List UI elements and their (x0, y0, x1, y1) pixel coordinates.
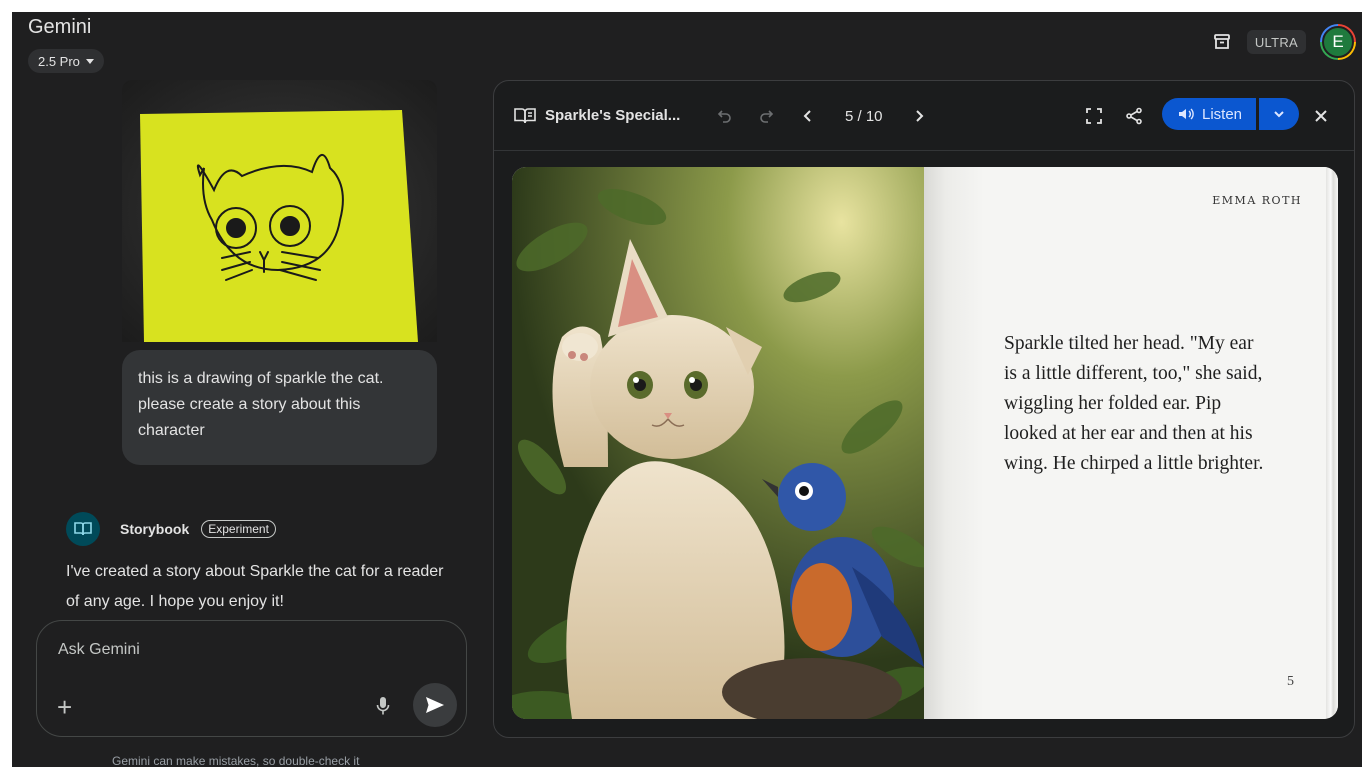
avatar[interactable]: E (1320, 24, 1356, 60)
add-icon[interactable]: + (57, 694, 72, 720)
model-label: 2.5 Pro (38, 53, 80, 69)
listen-label: Listen (1202, 105, 1243, 123)
kitten-and-bird-illustration (512, 167, 924, 719)
story-text: Sparkle tilted her head. "My ear is a li… (1004, 333, 1264, 474)
chevron-left-icon (803, 110, 811, 122)
top-right-actions: ULTRA E (1211, 24, 1356, 60)
close-icon (1315, 110, 1327, 122)
close-button[interactable] (1308, 103, 1334, 129)
storybook-icon (66, 512, 100, 546)
fullscreen-icon[interactable] (1081, 103, 1107, 129)
previous-page-button[interactable] (795, 103, 821, 129)
uploaded-cat-drawing[interactable] (122, 80, 437, 342)
ultra-badge: ULTRA (1246, 30, 1306, 54)
text-page: EMMA ROTH Sparkle tilted her head. "My e… (924, 167, 1338, 719)
composer: + (36, 620, 467, 737)
mic-icon[interactable] (375, 695, 393, 717)
listen-button[interactable]: Listen (1162, 98, 1256, 130)
gemini-app: Gemini 2.5 Pro ULTRA E this is a drawing… (12, 12, 1362, 767)
next-page-button[interactable] (906, 103, 932, 129)
experiment-badge: Experiment (201, 520, 276, 538)
caret-down-icon (85, 58, 94, 64)
page-edge (1326, 167, 1338, 719)
storybook-panel: Sparkle's Special... 5 / 10 Listen EMMA … (493, 80, 1355, 738)
user-message: this is a drawing of sparkle the cat. pl… (122, 350, 437, 465)
storybook-name: Storybook (120, 521, 190, 537)
send-button[interactable] (413, 683, 457, 727)
speaker-icon (1179, 108, 1194, 120)
storybook-title: Sparkle's Special... (545, 107, 681, 124)
send-icon (426, 697, 444, 713)
storybook-toolbar: Sparkle's Special... 5 / 10 Listen (494, 81, 1354, 151)
storybook-spread: EMMA ROTH Sparkle tilted her head. "My e… (512, 167, 1338, 719)
undo-icon[interactable] (712, 103, 738, 129)
share-icon[interactable] (1121, 103, 1147, 129)
avatar-letter: E (1322, 26, 1354, 58)
model-selector[interactable]: 2.5 Pro (28, 49, 104, 73)
listen-options-button[interactable] (1259, 98, 1299, 130)
page-number: 5 (1287, 674, 1294, 689)
ask-gemini-input[interactable] (58, 641, 438, 659)
page-indicator: 5 / 10 (845, 108, 883, 125)
author-name: EMMA ROTH (1212, 194, 1302, 207)
disclaimer: Gemini can make mistakes, so double-chec… (112, 754, 360, 767)
redo-icon[interactable] (753, 103, 779, 129)
chevron-down-icon (1274, 111, 1284, 118)
chevron-right-icon (916, 110, 924, 122)
storybook-header: Storybook Experiment (66, 512, 276, 546)
assistant-reply: I've created a story about Sparkle the c… (66, 563, 444, 610)
book-icon (514, 107, 536, 130)
archive-icon[interactable] (1211, 31, 1233, 53)
app-title: Gemini (28, 16, 92, 38)
illustration-page (512, 167, 924, 719)
